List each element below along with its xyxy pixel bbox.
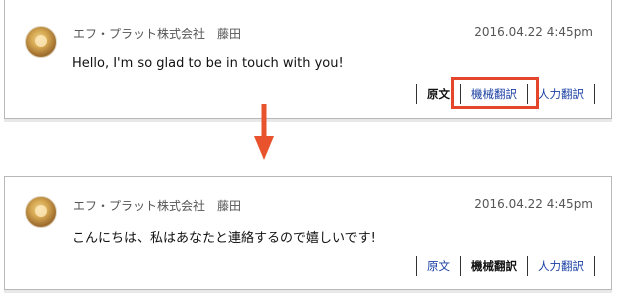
original-text-button[interactable]: 原文 xyxy=(417,255,460,277)
divider xyxy=(594,256,595,276)
message-text: Hello, I'm so glad to be in touch with y… xyxy=(72,56,344,71)
message-card-translated: エフ・プラット株式会社 藤田 2016.04.22 4:45pm こんにちは、私… xyxy=(4,176,612,293)
card-shadow xyxy=(4,119,612,122)
avatar xyxy=(25,196,57,228)
message-timestamp: 2016.04.22 4:45pm xyxy=(474,25,593,39)
machine-translation-button[interactable]: 機械翻訳 xyxy=(461,255,527,277)
human-translation-button[interactable]: 人力翻訳 xyxy=(528,255,594,277)
down-arrow-icon xyxy=(254,104,274,160)
card-shadow xyxy=(4,290,612,293)
avatar xyxy=(25,26,57,58)
message-text: こんにちは、私はあなたと連絡するので嬉しいです! xyxy=(72,231,376,246)
message-timestamp: 2016.04.22 4:45pm xyxy=(474,197,593,211)
sender-name: エフ・プラット株式会社 藤田 xyxy=(73,199,242,213)
highlight-box xyxy=(451,77,539,109)
translation-toolbar: 原文 機械翻訳 人力翻訳 xyxy=(416,255,595,277)
divider xyxy=(594,84,595,104)
sender-name: エフ・プラット株式会社 藤田 xyxy=(73,27,242,41)
